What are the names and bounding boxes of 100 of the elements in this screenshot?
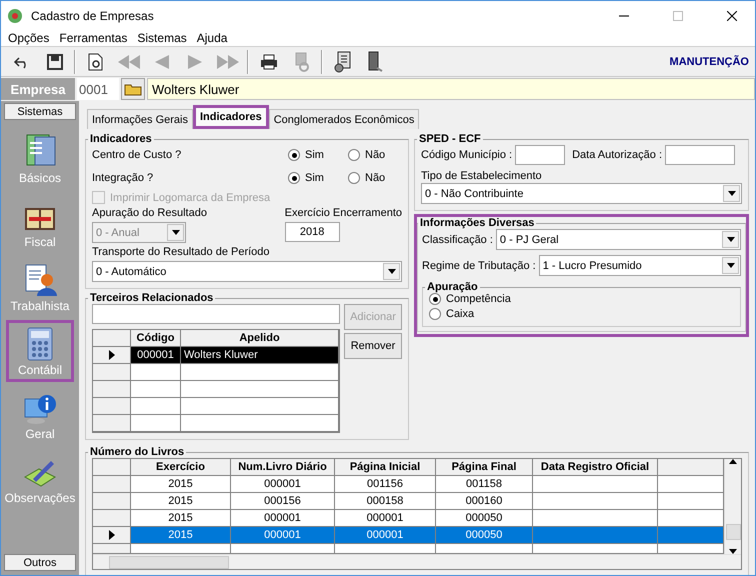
radio-button[interactable]: Não: [348, 149, 402, 161]
sidebar-header[interactable]: Sistemas: [4, 103, 76, 120]
minimize-icon[interactable]: [619, 14, 629, 16]
column-header: Código: [131, 330, 181, 347]
table-cell: 000001: [231, 510, 335, 527]
row-pointer-icon: [108, 350, 114, 360]
tab[interactable]: Informações Gerais: [87, 109, 193, 129]
row-pointer-icon: [108, 530, 114, 540]
calculator-icon: [26, 327, 54, 361]
printer-icon: [260, 54, 278, 70]
municipality-code-field[interactable]: [515, 145, 566, 165]
field-label: Classificação :: [422, 234, 493, 246]
tab[interactable]: Conglomerados Econômicos: [268, 109, 420, 129]
field-label: Exercício Encerramento: [284, 207, 402, 219]
maximize-icon[interactable]: [673, 10, 683, 20]
menu-item[interactable]: Ferramentas: [54, 30, 132, 46]
caret-icon: [729, 459, 737, 464]
group-title: Apuração: [426, 281, 479, 293]
table-cell: [658, 476, 724, 493]
preview-icon: [88, 52, 104, 70]
horizontal-scrollbar[interactable]: [93, 554, 741, 569]
person-document-icon: [23, 263, 57, 297]
column-header: Página Final: [436, 459, 533, 476]
radio-button[interactable]: Competência: [429, 293, 734, 305]
table-cell: 2015: [131, 527, 231, 544]
search-field[interactable]: [92, 304, 340, 324]
caret-icon: [728, 191, 736, 196]
table-cell: 001156: [335, 476, 436, 493]
authorization-date-field[interactable]: [665, 145, 735, 165]
caret-icon: [726, 237, 734, 242]
company-name: Wolters Kluwer: [147, 78, 755, 100]
table-cell: Wolters Kluwer: [181, 347, 339, 364]
radio-button[interactable]: Não: [348, 172, 402, 184]
exit-icon: [366, 50, 384, 72]
question-label: Integração ?: [92, 172, 154, 184]
caret-icon: [172, 230, 180, 235]
field-label: Código Município :: [421, 149, 512, 161]
computer-info-icon: [23, 393, 57, 425]
table-cell: 2015: [131, 510, 231, 527]
radio-button[interactable]: Caixa: [429, 308, 734, 320]
table-cell: 000050: [436, 510, 533, 527]
field-label: Tipo de Estabelecimento: [421, 170, 543, 182]
table-cell: 000158: [335, 493, 436, 510]
tools-icon: [294, 52, 310, 72]
table-cell: 000001: [231, 476, 335, 493]
menu-item[interactable]: Ajuda: [192, 30, 232, 46]
table-cell: 2015: [131, 476, 231, 493]
first-icon: [118, 54, 140, 68]
scroll-thumb[interactable]: [726, 524, 740, 540]
table-cell: [658, 544, 724, 554]
table-cell: [131, 381, 181, 398]
report-icon: [332, 50, 352, 72]
field-label: Apuração do Resultado: [92, 207, 208, 219]
table-cell: 000160: [436, 493, 533, 510]
dropdown[interactable]: 0 - Automático: [92, 261, 402, 282]
menu-item[interactable]: Sistemas: [132, 30, 192, 46]
dropdown[interactable]: 0 - Não Contribuinte: [421, 183, 742, 204]
vertical-scrollbar[interactable]: [724, 459, 741, 554]
mode-label: MANUTENÇÃO: [670, 56, 750, 68]
field-label: Transporte do Resultado de Período: [92, 246, 271, 258]
save-icon: [46, 54, 62, 70]
year-field[interactable]: 2018: [284, 222, 340, 242]
table-cell: [658, 493, 724, 510]
column-header: Data Registro Oficial: [533, 459, 658, 476]
caret-icon: [388, 269, 396, 274]
group-title: Indicadores: [89, 133, 153, 145]
last-icon: [216, 54, 238, 68]
folder-icon: [124, 82, 142, 96]
field-label: Regime de Tributação :: [422, 260, 536, 272]
company-label: Empresa: [1, 78, 75, 100]
scroll-thumb[interactable]: [109, 556, 229, 568]
company-code: 0001: [77, 78, 119, 100]
radio-button[interactable]: Sim: [288, 172, 342, 184]
table-cell: 2015: [131, 493, 231, 510]
table-cell: 000001: [131, 347, 181, 364]
column-header: Apelido: [181, 330, 339, 347]
table-cell: 000156: [231, 493, 335, 510]
column-header: Página Inicial: [335, 459, 436, 476]
previous-icon: [154, 54, 168, 68]
question-label: Centro de Custo ?: [92, 149, 182, 161]
table-cell: 001158: [436, 476, 533, 493]
column-header: Num.Livro Diário: [231, 459, 335, 476]
dropdown[interactable]: 1 - Lucro Presumido: [538, 255, 741, 276]
table-cell: 000001: [231, 527, 335, 544]
close-icon[interactable]: [727, 10, 737, 20]
remove-button[interactable]: Remover: [344, 333, 402, 359]
next-icon: [188, 54, 202, 68]
sidebar-footer[interactable]: Outros: [4, 554, 76, 571]
table-cell: 000001: [335, 527, 436, 544]
table-cell: [131, 364, 181, 381]
table-cell: [658, 527, 724, 544]
table-cell: 000050: [436, 527, 533, 544]
dropdown[interactable]: 0 - PJ Geral: [496, 229, 741, 250]
radio-button[interactable]: Sim: [288, 149, 342, 161]
menu-item[interactable]: Opções: [3, 30, 54, 46]
group-title: SPED - ECF: [418, 133, 482, 145]
tab[interactable]: Indicadores: [192, 105, 269, 129]
app-icon: [7, 8, 23, 24]
open-folder-button[interactable]: [121, 78, 145, 100]
window-title: Cadastro de Empresas: [31, 8, 155, 22]
